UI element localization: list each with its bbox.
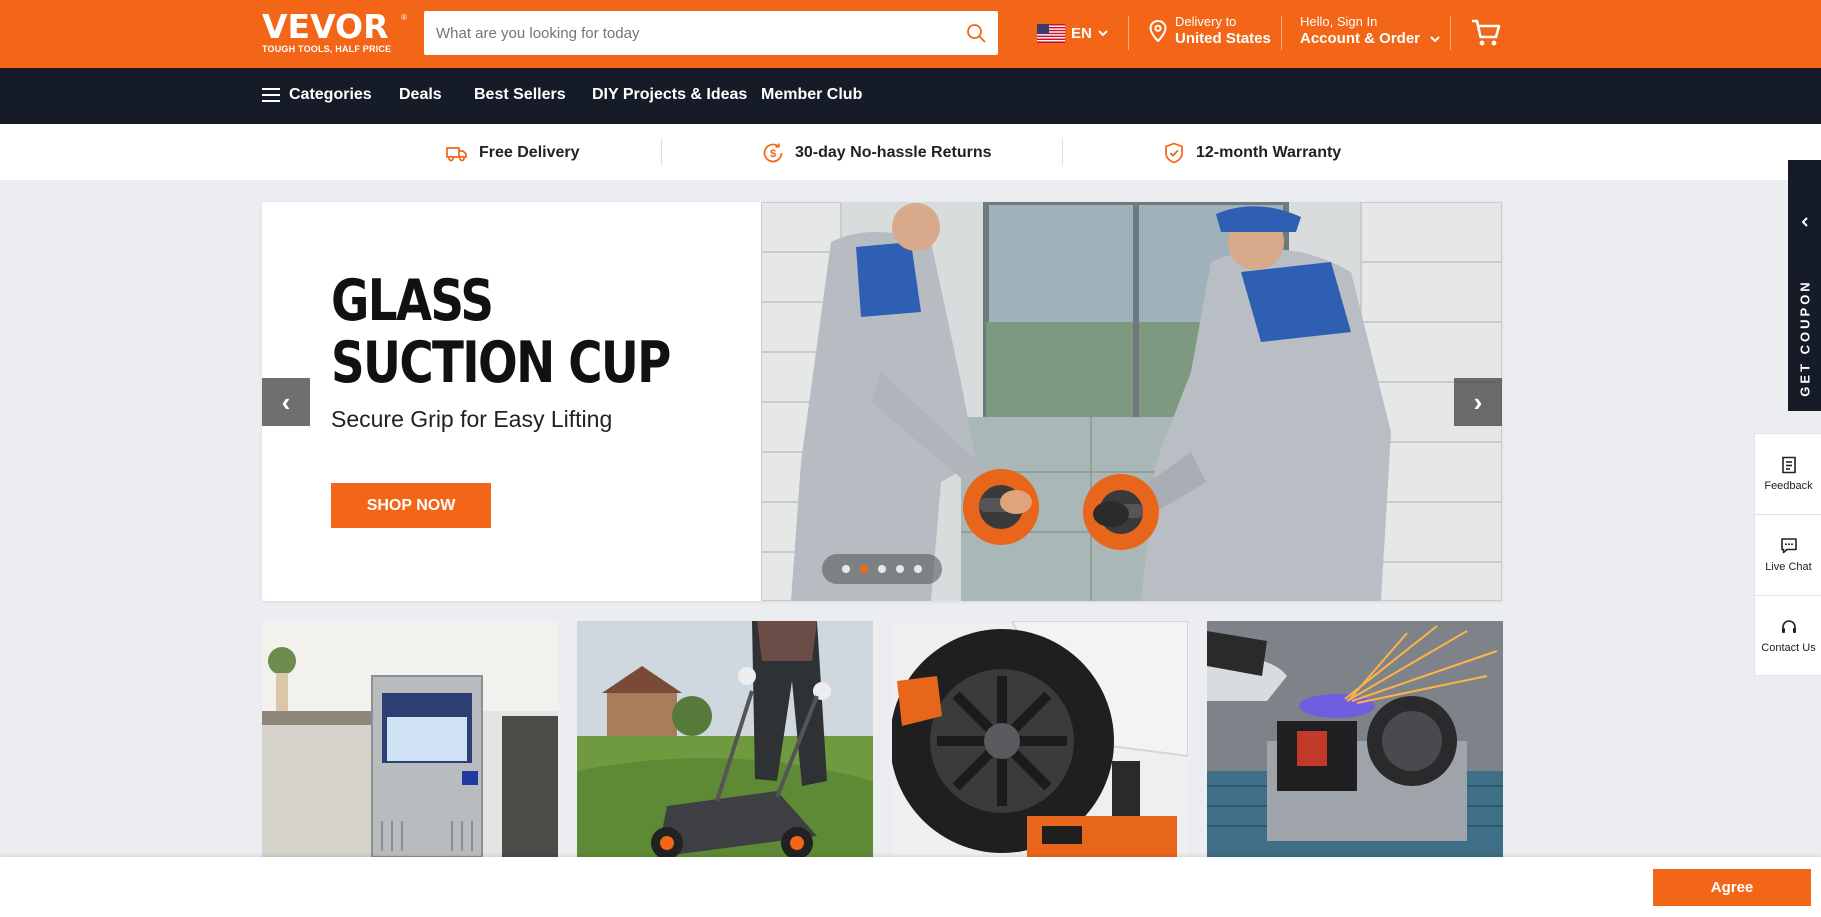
get-coupon-tab[interactable]: GET COUPON <box>1788 160 1821 411</box>
delivery-country: United States <box>1175 30 1271 47</box>
account-menu[interactable]: Hello, Sign In Account & Order <box>1300 14 1441 48</box>
ice-maker-image <box>262 621 558 857</box>
benefit-returns[interactable]: $ 30-day No-hassle Returns <box>762 142 992 164</box>
lawn-mower-image <box>577 621 873 857</box>
carousel-prev-button[interactable]: ‹ <box>262 378 310 426</box>
live-chat-button[interactable]: Live Chat <box>1755 515 1821 595</box>
logo-wordmark: VEVOR <box>262 7 389 46</box>
category-tile-bench-grinder[interactable] <box>1207 621 1503 857</box>
carousel-dot[interactable] <box>878 565 886 573</box>
search-input[interactable] <box>424 11 944 55</box>
live-chat-label: Live Chat <box>1765 561 1812 573</box>
nav-best-sellers[interactable]: Best Sellers <box>474 86 566 104</box>
search-icon[interactable] <box>966 23 986 43</box>
nav-label: Categories <box>289 86 372 103</box>
benefit-label: 12-month Warranty <box>1196 144 1342 161</box>
chevron-down-icon <box>1098 30 1108 37</box>
registered-mark: ® <box>401 13 407 22</box>
carousel-next-button[interactable]: › <box>1454 378 1502 426</box>
category-tile-car-jack[interactable] <box>892 621 1188 857</box>
hero-title: GLASS SUCTION CUP <box>331 268 671 396</box>
nav-deals[interactable]: Deals <box>399 86 442 104</box>
header-divider <box>1128 16 1129 50</box>
hero-image-glass-suction-cup <box>761 202 1502 601</box>
benefit-divider <box>661 139 662 165</box>
shop-now-button[interactable]: SHOP NOW <box>331 483 491 528</box>
carousel-dot[interactable] <box>896 565 904 573</box>
menu-icon <box>262 88 280 102</box>
headset-icon <box>1781 620 1796 633</box>
main-navigation: Categories Deals Best Sellers DIY Projec… <box>0 68 1821 124</box>
search-box <box>424 11 998 55</box>
carousel-dot[interactable] <box>842 565 850 573</box>
location-pin-icon <box>1149 20 1167 42</box>
get-coupon-label: GET COUPON <box>1797 279 1813 397</box>
nav-diy-projects[interactable]: DIY Projects & Ideas <box>592 86 747 104</box>
category-tile-ice-maker[interactable] <box>262 621 558 857</box>
header-divider <box>1281 16 1282 50</box>
top-header: VEVOR ® TOUGH TOOLS, HALF PRICE EN <box>0 0 1821 68</box>
carousel-indicators <box>822 554 942 584</box>
account-order-label: Account & Order <box>1300 30 1421 47</box>
delivery-label: Delivery to <box>1175 14 1237 29</box>
language-selector[interactable]: EN <box>1037 20 1109 46</box>
chat-bubble-icon <box>1780 538 1797 554</box>
benefit-free-delivery[interactable]: Free Delivery <box>446 142 580 164</box>
nav-member-club[interactable]: Member Club <box>761 86 862 104</box>
feedback-button[interactable]: Feedback <box>1755 434 1821 514</box>
cookie-consent-bar: Agree <box>0 857 1821 917</box>
benefit-warranty[interactable]: 12-month Warranty <box>1163 142 1341 164</box>
account-greeting: Hello, Sign In <box>1300 14 1378 29</box>
hero-subtitle: Secure Grip for Easy Lifting <box>331 406 613 432</box>
svg-text:$: $ <box>770 148 776 160</box>
chevron-left-icon <box>1801 217 1808 227</box>
us-flag-icon <box>1037 23 1065 43</box>
support-side-panel: Feedback Live Chat Contact Us <box>1754 433 1821 676</box>
logo-tagline: TOUGH TOOLS, HALF PRICE <box>262 44 392 54</box>
car-jack-image <box>892 621 1188 857</box>
hero-title-line: SUCTION CUP <box>331 330 671 396</box>
carousel-dot[interactable] <box>914 565 922 573</box>
delivery-location-selector[interactable]: Delivery to United States <box>1149 14 1271 48</box>
carousel-dot-active[interactable] <box>860 565 868 573</box>
benefit-label: 30-day No-hassle Returns <box>795 144 992 161</box>
contact-us-label: Contact Us <box>1761 642 1816 654</box>
delivery-truck-icon <box>446 147 467 162</box>
contact-us-button[interactable]: Contact Us <box>1755 596 1821 676</box>
hero-banner: GLASS SUCTION CUP Secure Grip for Easy L… <box>262 202 1502 601</box>
shield-check-icon <box>1165 142 1183 164</box>
agree-button[interactable]: Agree <box>1653 869 1811 906</box>
nav-categories[interactable]: Categories <box>262 86 372 104</box>
chevron-down-icon <box>1430 36 1440 43</box>
category-tile-lawn-mower[interactable] <box>577 621 873 857</box>
benefits-strip: Free Delivery $ 30-day No-hassle Returns… <box>0 124 1821 180</box>
dollar-return-icon: $ <box>763 143 783 163</box>
cart-icon[interactable] <box>1470 16 1502 48</box>
benefit-divider <box>1062 139 1063 165</box>
feedback-icon <box>1781 456 1796 474</box>
vevor-logo[interactable]: VEVOR ® TOUGH TOOLS, HALF PRICE <box>262 7 407 55</box>
hero-title-line: GLASS <box>331 268 494 334</box>
feedback-label: Feedback <box>1764 480 1813 492</box>
benefit-label: Free Delivery <box>479 144 580 161</box>
bench-grinder-image <box>1207 621 1503 857</box>
header-divider <box>1450 16 1451 50</box>
language-code: EN <box>1071 24 1092 42</box>
